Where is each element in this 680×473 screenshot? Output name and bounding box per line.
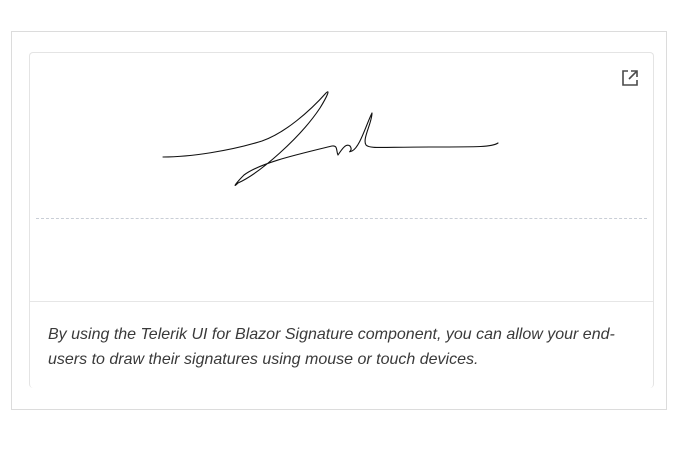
- signature-pad[interactable]: [30, 53, 653, 302]
- signature-baseline: [36, 218, 647, 219]
- signature-card: By using the Telerik UI for Blazor Signa…: [29, 52, 654, 388]
- external-link-icon: [622, 70, 638, 86]
- maximize-button[interactable]: [619, 67, 641, 89]
- description-text: By using the Telerik UI for Blazor Signa…: [48, 326, 615, 368]
- signature-drawing: [162, 91, 499, 186]
